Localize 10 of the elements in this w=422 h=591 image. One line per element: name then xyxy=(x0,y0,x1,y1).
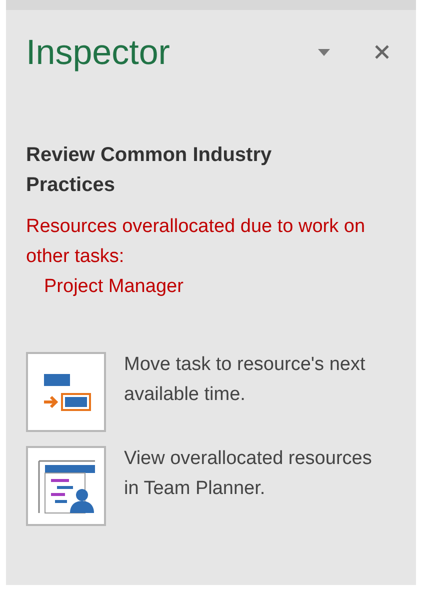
close-icon[interactable] xyxy=(374,44,390,60)
dropdown-icon[interactable] xyxy=(318,48,330,56)
team-planner-button[interactable] xyxy=(26,446,106,526)
panel-title: Inspector xyxy=(26,34,171,70)
action-link[interactable]: Move task to resource's next available time. xyxy=(124,350,384,410)
warning-text: Resources overallocated due to work on other tasks: xyxy=(26,215,366,269)
move-task-button[interactable] xyxy=(26,352,106,432)
action-link[interactable]: View overallocated resources in Team Planner. xyxy=(124,444,384,504)
section-heading: Review Common Industry Practices xyxy=(26,143,273,198)
resource-name: Project Manager xyxy=(44,275,184,299)
